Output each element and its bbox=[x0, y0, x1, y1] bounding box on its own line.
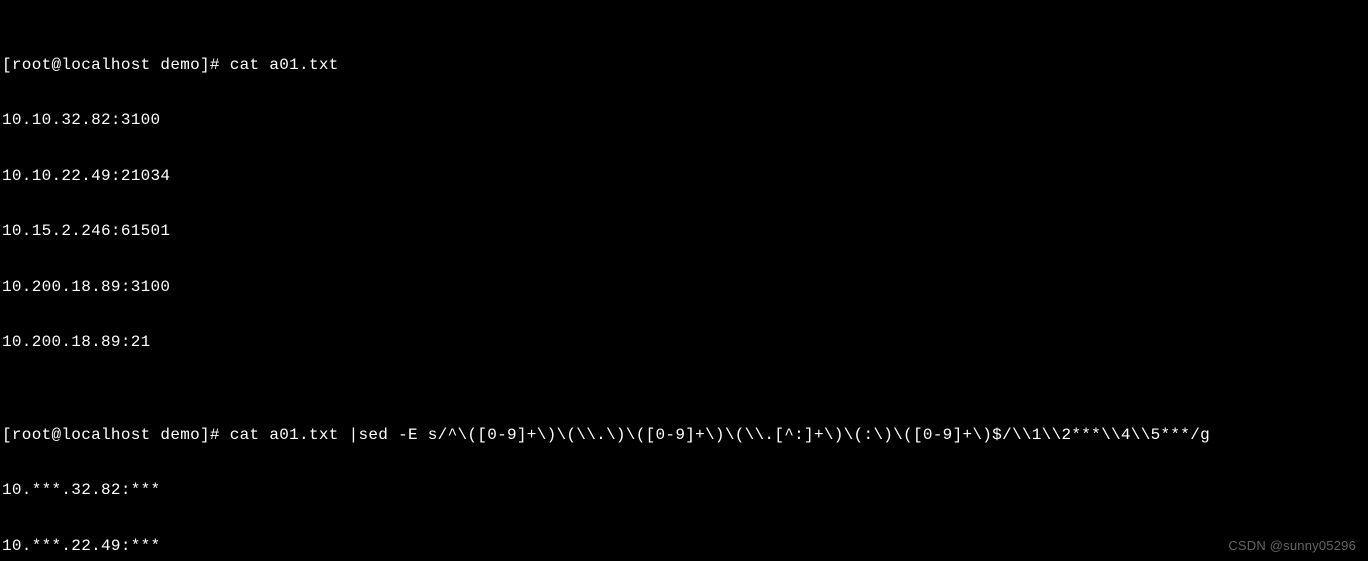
terminal-window[interactable]: [root@localhost demo]# cat a01.txt 10.10… bbox=[0, 0, 1368, 561]
prompt-line: [root@localhost demo]# cat a01.txt |sed … bbox=[2, 426, 1366, 445]
output-line: 10.10.32.82:3100 bbox=[2, 111, 1366, 130]
output-line: 10.15.2.246:61501 bbox=[2, 222, 1366, 241]
output-line: 10.***.22.49:*** bbox=[2, 537, 1366, 556]
command-text: cat a01.txt |sed -E s/^\([0-9]+\)\(\\.\)… bbox=[230, 426, 1210, 444]
output-line: 10.200.18.89:21 bbox=[2, 333, 1366, 352]
output-line: 10.200.18.89:3100 bbox=[2, 278, 1366, 297]
command-text: cat a01.txt bbox=[230, 56, 339, 74]
output-line: 10.10.22.49:21034 bbox=[2, 167, 1366, 186]
shell-prompt: [root@localhost demo]# bbox=[2, 56, 230, 74]
shell-prompt: [root@localhost demo]# bbox=[2, 426, 230, 444]
output-line: 10.***.32.82:*** bbox=[2, 481, 1366, 500]
prompt-line: [root@localhost demo]# cat a01.txt bbox=[2, 56, 1366, 75]
watermark-text: CSDN @sunny05296 bbox=[1228, 537, 1356, 556]
